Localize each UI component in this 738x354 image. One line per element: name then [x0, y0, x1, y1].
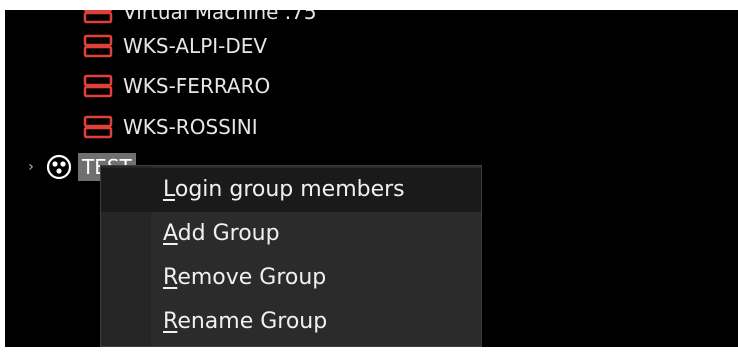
- menu-item-add-group[interactable]: Add Group: [101, 212, 481, 256]
- menu-item-remove-group[interactable]: Remove Group: [101, 256, 481, 300]
- menu-item-login-group-members[interactable]: Login group members: [101, 168, 481, 212]
- tree-item-virtual-machine[interactable]: Virtual Machine .75: [83, 10, 317, 27]
- menu-item-accelerator: R: [163, 309, 178, 334]
- server-icon: [83, 34, 113, 58]
- tree-item-label: WKS-ALPI-DEV: [123, 34, 268, 58]
- tree-item-label: Virtual Machine .75: [123, 10, 317, 24]
- menu-item-rename-group[interactable]: Rename Group: [101, 300, 481, 344]
- tree-item-label: WKS-ROSSINI: [123, 115, 258, 139]
- group-icon: [46, 154, 72, 180]
- menu-item-label: ename Group: [177, 309, 328, 334]
- tree-item-wks-alpi-dev[interactable]: WKS-ALPI-DEV: [83, 31, 267, 61]
- tree-item-wks-rossini[interactable]: WKS-ROSSINI: [83, 112, 258, 142]
- server-icon: [83, 10, 113, 24]
- menu-item-label: ogin group members: [174, 177, 405, 202]
- menu-item-label: dd Group: [177, 221, 280, 246]
- menu-item-accelerator: L: [163, 177, 175, 202]
- tree-item-wks-ferraro[interactable]: WKS-FERRARO: [83, 71, 270, 101]
- menu-item-accelerator: R: [163, 265, 178, 290]
- menu-item-label: emove Group: [177, 265, 327, 290]
- tree-item-label: WKS-FERRARO: [123, 74, 271, 98]
- chevron-right-icon[interactable]: ›: [24, 159, 38, 175]
- context-menu: Login group members Add Group Remove Gro…: [100, 165, 482, 347]
- menu-item-accelerator: A: [163, 221, 178, 246]
- server-icon: [83, 115, 113, 139]
- tree-view-panel: Virtual Machine .75 WKS-ALPI-DEV WKS-FER…: [5, 10, 738, 347]
- server-icon: [83, 74, 113, 98]
